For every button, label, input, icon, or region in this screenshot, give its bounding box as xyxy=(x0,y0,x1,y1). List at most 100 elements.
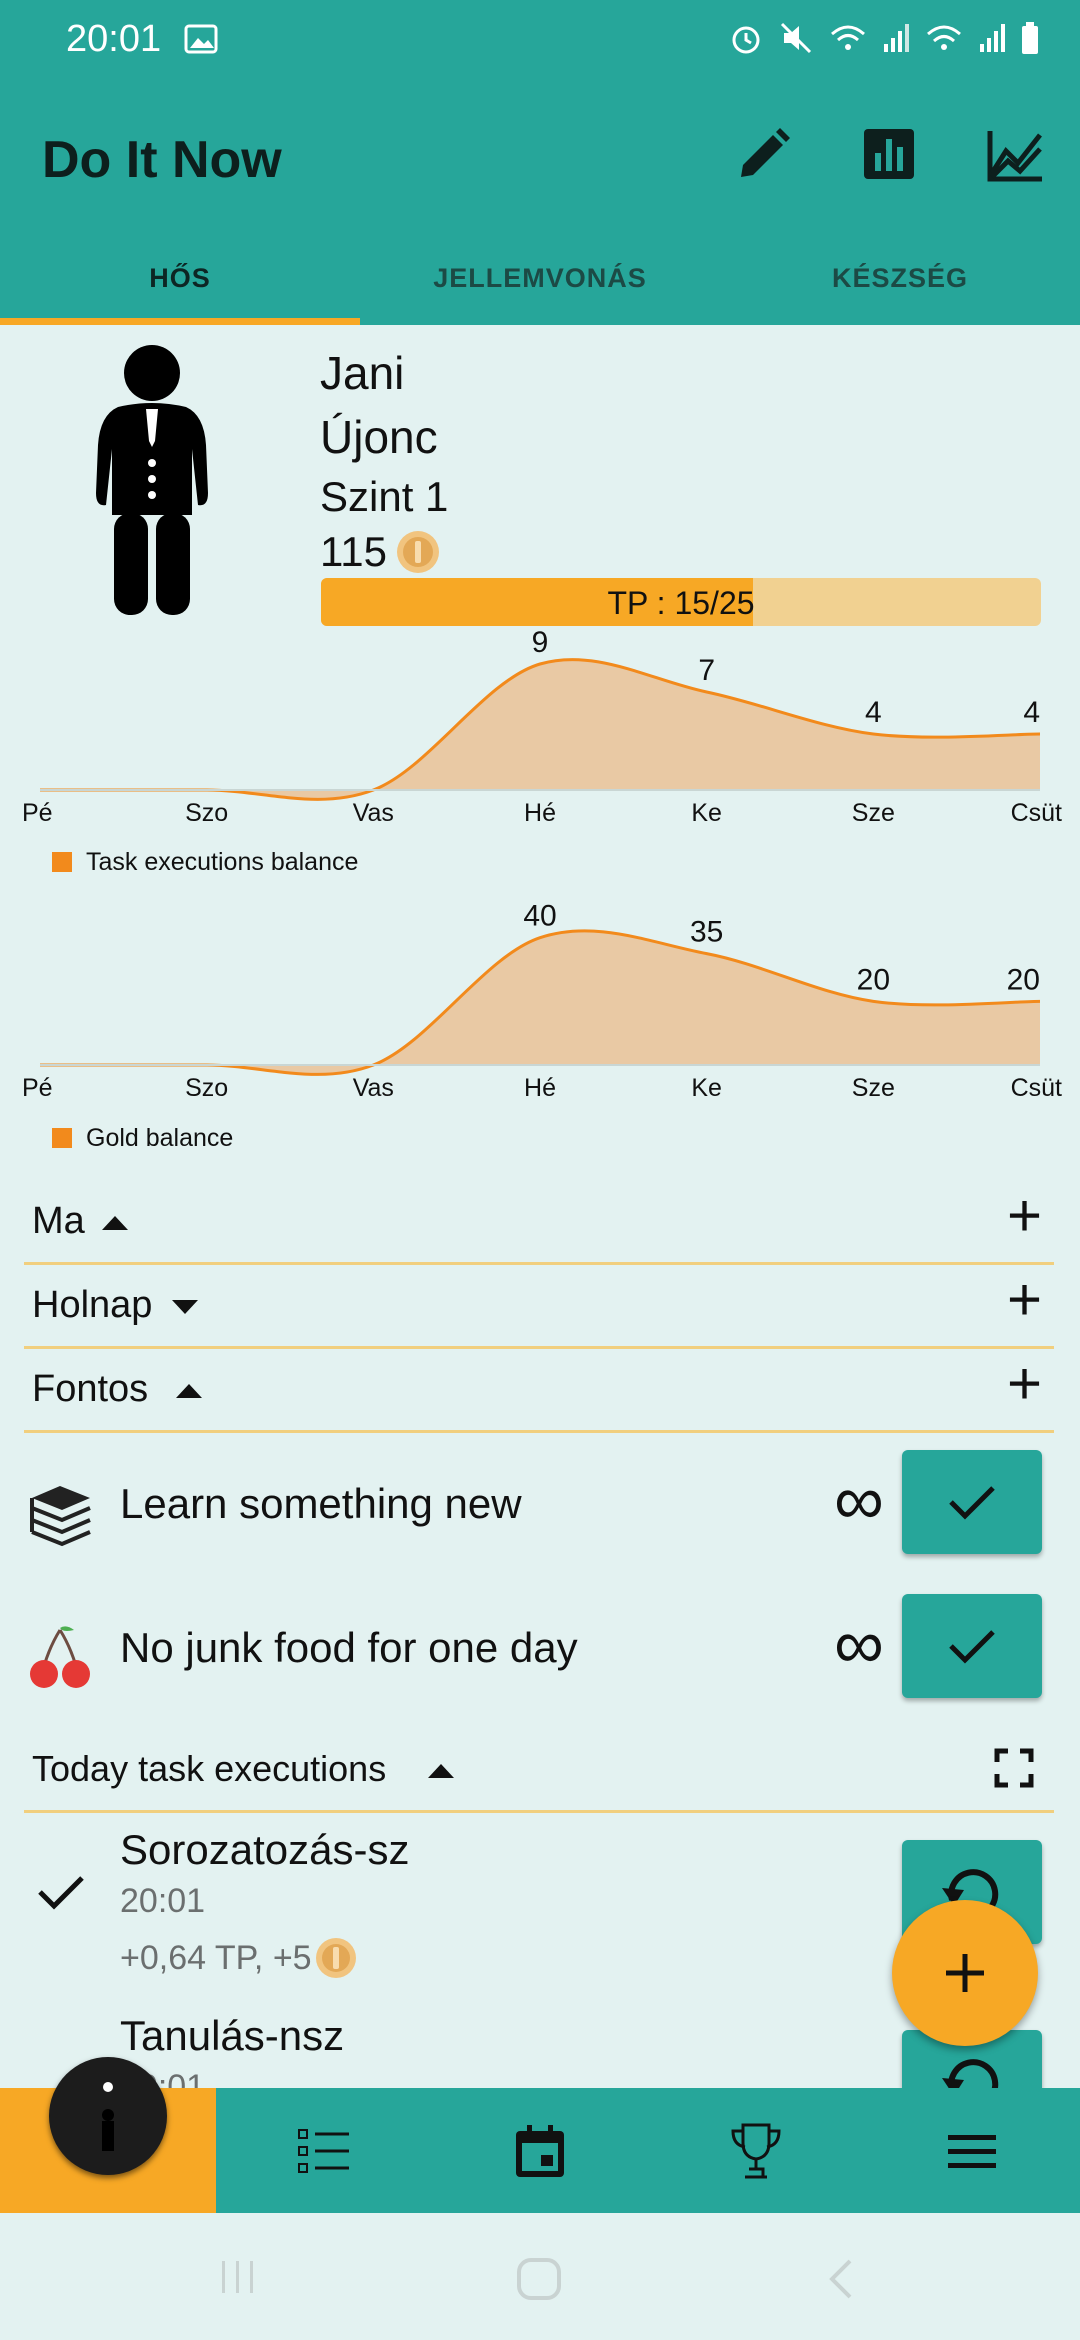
bottom-navigation xyxy=(0,2056,1080,2213)
execution-title: Tanulás-nsz xyxy=(120,2012,345,2059)
calendar-icon xyxy=(516,2124,564,2177)
wifi-call-icon xyxy=(927,25,961,50)
execution-reward: +0,64 TP, +5 xyxy=(120,1938,312,1977)
x-tick-label: Sze xyxy=(852,1074,895,1102)
data-label: 7 xyxy=(698,654,715,687)
add-fab-button[interactable] xyxy=(892,1900,1038,2046)
fullscreen-icon[interactable] xyxy=(994,1748,1034,1788)
data-label: 35 xyxy=(690,916,723,949)
task-name: No junk food for one day xyxy=(120,1624,578,1671)
complete-task-button[interactable] xyxy=(902,1450,1042,1554)
status-bar: 20:01 xyxy=(0,0,1080,80)
recent-apps-icon[interactable] xyxy=(218,2257,258,2297)
edit-icon[interactable] xyxy=(735,127,791,183)
repeat-infinite-icon: ∞ xyxy=(834,1461,884,1539)
legend-swatch xyxy=(52,852,72,872)
add-important-button[interactable]: + xyxy=(1007,1354,1042,1414)
x-tick-label: Ke xyxy=(691,799,722,827)
x-tick-label: Pé xyxy=(22,1074,53,1102)
chart-legend-tasks: Task executions balance xyxy=(52,848,358,877)
hero-level: Szint 1 xyxy=(320,473,449,520)
cherry-icon xyxy=(30,1626,90,1688)
execution-reward-row: +0,64 TP, +5 xyxy=(120,1936,358,1980)
add-tomorrow-button[interactable]: + xyxy=(1007,1270,1042,1330)
app-title: Do It Now xyxy=(42,131,282,189)
section-today[interactable]: Ma + xyxy=(24,1182,1054,1265)
section-today-executions[interactable]: Today task executions xyxy=(24,1730,1054,1813)
nav-tasks[interactable] xyxy=(216,2088,432,2213)
gold-balance-chart: Pé Szo Vas Hé 40 Ke 35 Sze 20 Csüt 20 xyxy=(22,900,1062,1102)
hero-gold-row: 115 xyxy=(320,528,441,576)
task-name: Learn something new xyxy=(120,1480,522,1527)
hero-nav-avatar xyxy=(49,2056,167,2175)
hero-icon xyxy=(102,2081,114,2151)
home-icon[interactable] xyxy=(516,2257,562,2301)
mute-icon xyxy=(780,22,812,54)
x-tick-label: Szo xyxy=(185,799,228,827)
data-label: 4 xyxy=(1023,696,1040,729)
task-list-icon xyxy=(298,2128,349,2173)
complete-task-button[interactable] xyxy=(902,1594,1042,1698)
signal-icon xyxy=(884,24,909,52)
x-tick-label: Pé xyxy=(22,799,53,827)
task-item[interactable]: No junk food for one day ∞ xyxy=(0,1594,1080,1724)
system-navigation-bar xyxy=(0,2213,1080,2340)
check-icon xyxy=(949,1486,995,1520)
executed-check-icon xyxy=(38,1876,84,1910)
signal-2-icon xyxy=(980,24,1005,52)
nav-menu[interactable] xyxy=(864,2088,1080,2213)
data-label: 40 xyxy=(523,900,556,933)
legend-label: Gold balance xyxy=(86,1124,234,1152)
task-executions-chart: Pé Szo Vas Hé 9 Ke 7 Sze 4 Csüt 4 xyxy=(22,626,1062,827)
battery-icon xyxy=(1022,22,1038,54)
repeat-infinite-icon: ∞ xyxy=(834,1605,884,1683)
data-label: 9 xyxy=(532,626,549,659)
x-tick-label: Vas xyxy=(353,1074,394,1102)
hero-gold: 115 xyxy=(320,528,387,575)
x-tick-label: Csüt xyxy=(1011,799,1062,827)
caret-up-icon xyxy=(102,1216,128,1230)
alarm-icon xyxy=(732,26,760,54)
section-label: Ma xyxy=(32,1200,85,1242)
chart-legend-gold: Gold balance xyxy=(52,1124,233,1153)
section-label: Today task executions xyxy=(32,1748,387,1789)
add-today-button[interactable]: + xyxy=(1007,1186,1042,1246)
bar-chart-icon[interactable] xyxy=(862,127,916,181)
execution-title: Sorozatozás-sz xyxy=(120,1826,410,1873)
books-icon xyxy=(30,1486,91,1547)
data-label: 20 xyxy=(857,963,890,996)
status-icons xyxy=(728,20,1040,56)
x-tick-label: Szo xyxy=(185,1074,228,1102)
x-tick-label: Csüt xyxy=(1011,1074,1062,1102)
status-time: 20:01 xyxy=(66,18,162,60)
x-tick-label: Hé xyxy=(524,799,556,827)
tab-traits[interactable]: JELLEMVONÁS xyxy=(360,263,720,294)
task-item[interactable]: Learn something new ∞ xyxy=(0,1450,1080,1580)
menu-icon xyxy=(948,2134,996,2168)
section-label: Holnap xyxy=(32,1284,153,1326)
line-chart-icon[interactable] xyxy=(986,127,1044,183)
nav-calendar[interactable] xyxy=(432,2088,648,2213)
tab-skills[interactable]: KÉSZSÉG xyxy=(720,263,1080,294)
section-label: Fontos xyxy=(32,1368,149,1410)
data-label: 20 xyxy=(1007,963,1040,996)
gallery-icon xyxy=(184,24,218,54)
trophy-icon xyxy=(731,2123,781,2178)
hero-rank: Újonc xyxy=(320,411,438,463)
section-important[interactable]: Fontos + xyxy=(24,1350,1054,1433)
tab-hero[interactable]: HŐS xyxy=(0,263,360,294)
nav-achievements[interactable] xyxy=(648,2088,864,2213)
section-tomorrow[interactable]: Holnap + xyxy=(24,1266,1054,1349)
plus-icon xyxy=(946,1954,984,1992)
app-bar: Do It Now HŐS JELLEMVONÁS KÉSZSÉG xyxy=(0,80,1080,325)
check-icon xyxy=(949,1630,995,1664)
back-icon[interactable] xyxy=(826,2257,856,2301)
caret-up-icon xyxy=(176,1384,202,1398)
execution-time: 20:01 xyxy=(120,1882,206,1920)
x-tick-label: Ke xyxy=(691,1074,722,1102)
caret-up-icon xyxy=(428,1764,454,1778)
coin-icon xyxy=(396,531,439,573)
legend-label: Task executions balance xyxy=(86,848,359,876)
caret-down-icon xyxy=(172,1300,198,1314)
nav-hero[interactable] xyxy=(0,2056,216,2213)
